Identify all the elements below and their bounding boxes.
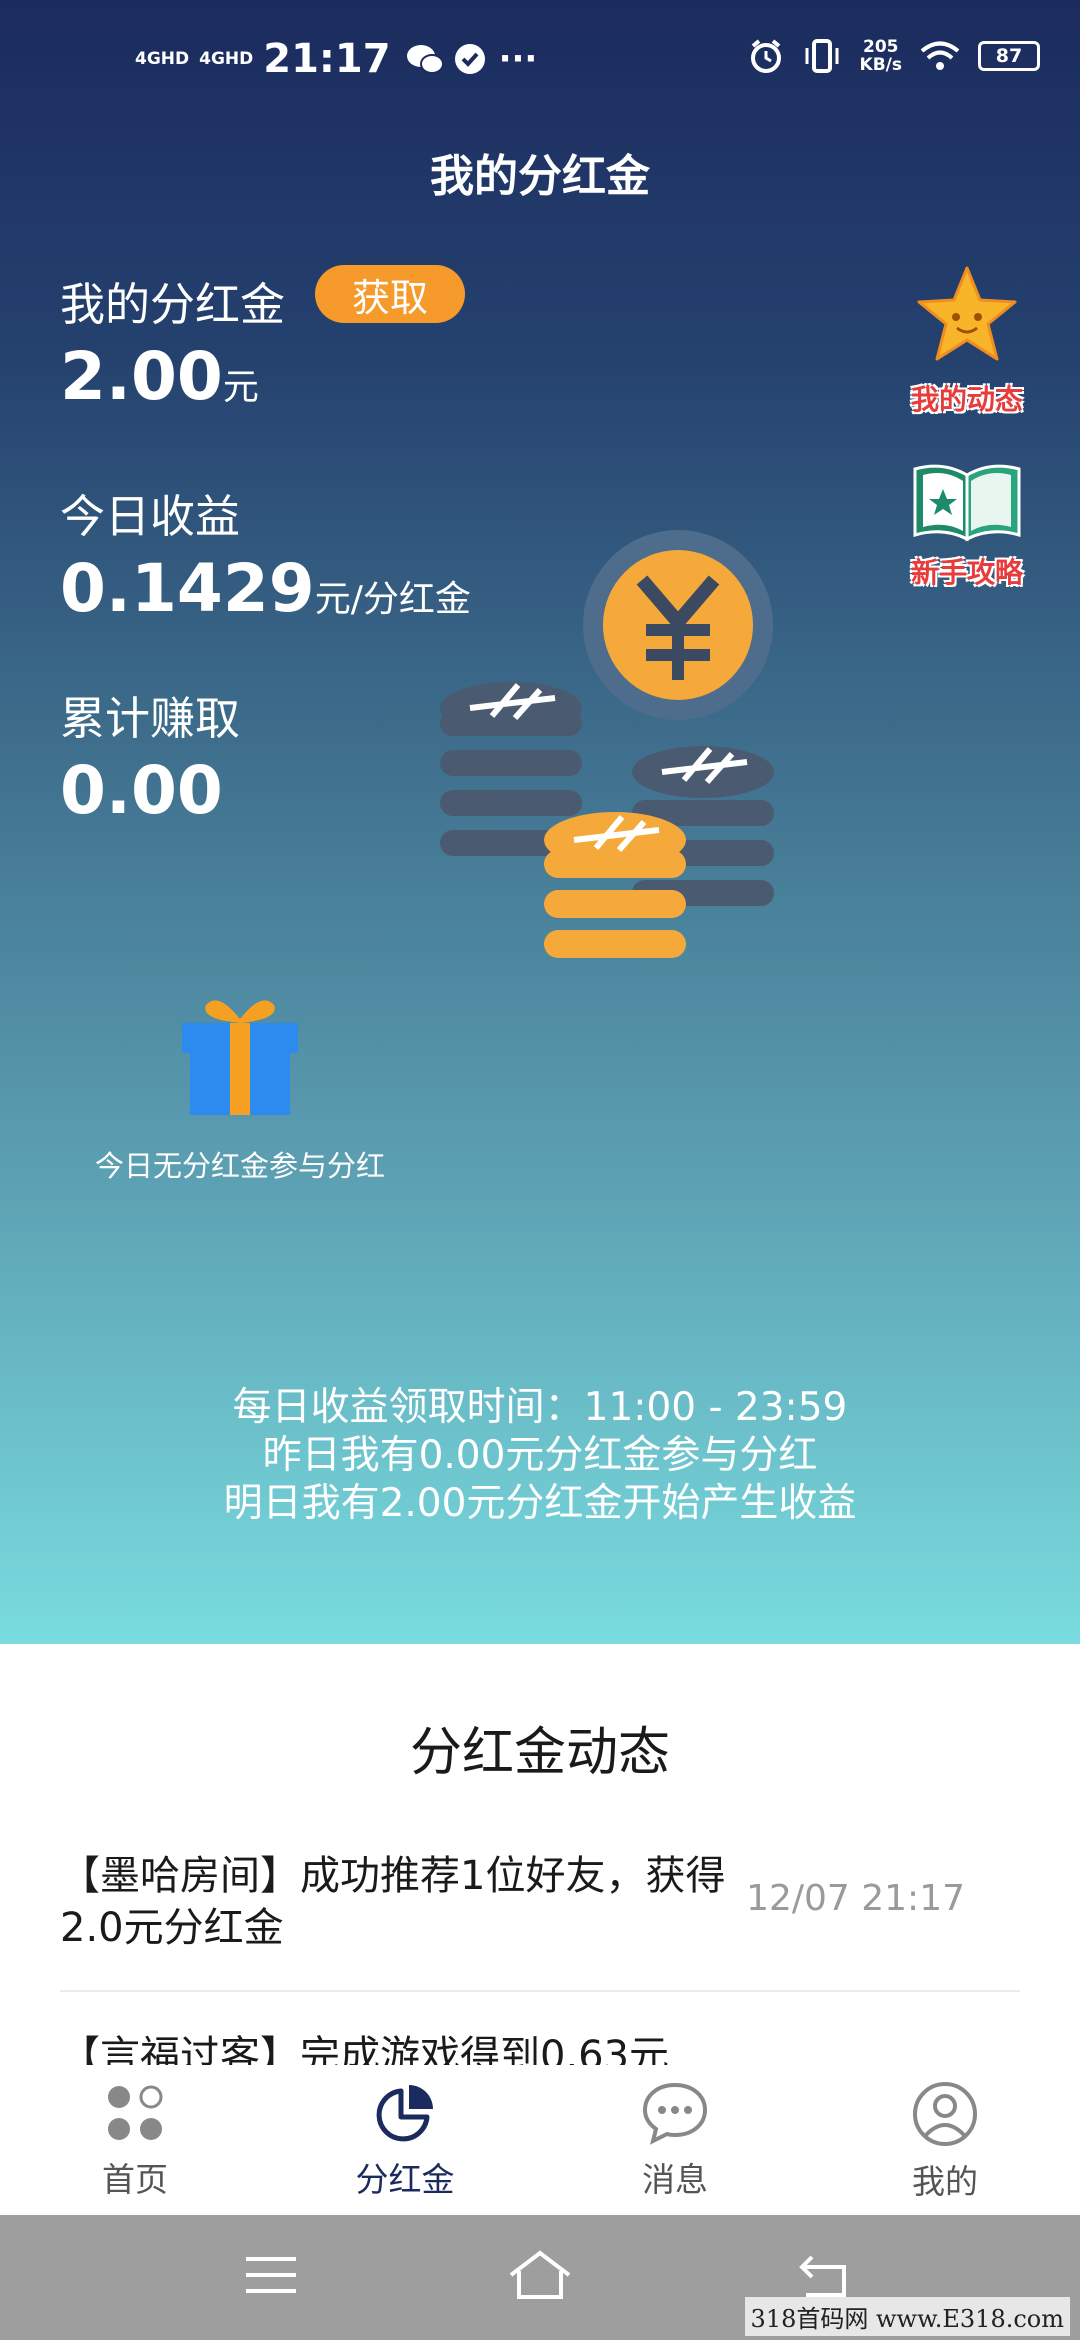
star-icon — [917, 266, 1017, 361]
home-dots-icon — [108, 2085, 163, 2140]
watermark: 318首码网 www.E318.com — [744, 2297, 1070, 2336]
tab-home[interactable]: 首页 — [45, 2081, 225, 2201]
total-earned-value: 0.00 — [60, 752, 223, 829]
tab-profile-label: 我的 — [912, 2162, 978, 2201]
pie-chart-icon — [376, 2085, 433, 2142]
message-icon — [642, 2082, 708, 2145]
speed-unit: KB/s — [859, 55, 902, 75]
status-right: 205 KB/s 87 — [748, 38, 1040, 74]
total-earned-label: 累计赚取 — [60, 692, 241, 745]
today-earnings-amount: 0.1429元/分红金 — [60, 550, 471, 627]
feed-item[interactable]: 【墨哈房间】成功推荐1位好友，获得2.0元分红金 12/07 21:17 — [60, 1850, 1020, 1954]
more-notifications: ··· — [498, 39, 538, 79]
wechat-icon — [406, 45, 444, 74]
feed-divider — [60, 1990, 1020, 1992]
page-title: 我的分红金 — [430, 151, 650, 202]
tab-dividend-label: 分红金 — [355, 2160, 455, 2199]
book-icon — [913, 464, 1021, 542]
tab-dividend[interactable]: 分红金 — [315, 2081, 495, 2201]
my-activity-label: 我的动态 — [910, 383, 1023, 416]
system-nav-bar: 318首码网 www.E318.com — [0, 2215, 1080, 2340]
tab-messages-label: 消息 — [642, 2160, 708, 2199]
beginner-guide-button[interactable]: 新手攻略 — [897, 455, 1037, 591]
status-left: 4GHD 4GHD 21:17 ··· — [135, 36, 537, 82]
speed-value: 205 — [863, 37, 899, 57]
coins-illustration — [440, 530, 774, 958]
network-speed: 205 KB/s — [860, 38, 902, 74]
dividend-amount: 2.00元 — [60, 338, 259, 415]
feed-item-time: 12/07 21:17 — [746, 1878, 965, 1919]
vibrate-icon — [805, 39, 839, 73]
dividend-label: 我的分红金 — [60, 278, 286, 331]
tomorrow-info: 明日我有2.00元分红金开始产生收益 — [223, 1481, 857, 1526]
beginner-guide-label: 新手攻略 — [910, 556, 1023, 589]
verified-icon — [454, 44, 485, 74]
gift-icon — [182, 1000, 298, 1115]
gift-status-text: 今日无分红金参与分红 — [94, 1149, 385, 1183]
home-icon[interactable] — [505, 2245, 575, 2305]
dividend-unit: 元 — [222, 367, 259, 408]
today-earnings-label: 今日收益 — [60, 490, 241, 543]
back-icon[interactable] — [790, 2245, 860, 2305]
bottom-tab-bar: 首页 分红金 消息 我的 — [0, 2065, 1080, 2215]
feed-item-text: 【墨哈房间】成功推荐1位好友，获得2.0元分红金 — [60, 1853, 726, 1951]
dividend-value: 2.00 — [60, 338, 223, 415]
signal-indicator-2: 4GHD — [199, 49, 254, 69]
clock: 21:17 — [263, 36, 391, 82]
my-activity-button[interactable]: 我的动态 — [897, 262, 1037, 418]
tab-home-label: 首页 — [102, 2160, 168, 2199]
status-bar: 4GHD 4GHD 21:17 ··· 205 KB/s 87 — [0, 0, 1080, 110]
wifi-icon — [920, 41, 960, 70]
menu-icon[interactable] — [236, 2245, 306, 2305]
feed-title: 分红金动态 — [409, 1723, 670, 1783]
tab-profile[interactable]: 我的 — [855, 2081, 1035, 2203]
get-dividend-button[interactable]: 获取 — [315, 265, 465, 323]
battery-indicator: 87 — [978, 41, 1040, 71]
today-earnings-value: 0.1429 — [60, 550, 315, 627]
tab-messages[interactable]: 消息 — [585, 2081, 765, 2201]
profile-icon — [913, 2082, 977, 2146]
signal-indicator-1: 4GHD — [135, 49, 190, 69]
alarm-icon — [750, 39, 781, 73]
